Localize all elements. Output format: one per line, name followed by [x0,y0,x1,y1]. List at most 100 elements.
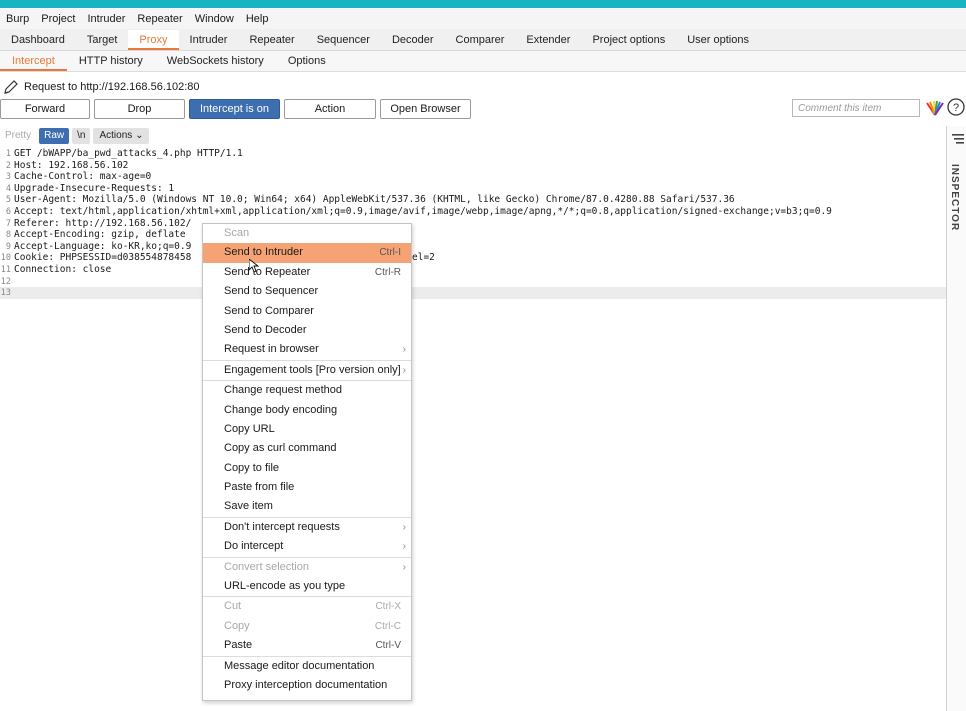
context-menu-item[interactable]: Copy as curl command [203,439,411,458]
context-menu-item[interactable]: Send to Decoder [203,321,411,340]
request-line-text: Host: 192.168.56.102 [14,159,129,171]
context-menu-item-label: Send to Intruder [224,246,303,259]
context-menu-item: Convert selection › [203,558,411,577]
action-button[interactable]: Action [284,99,376,119]
request-target-label: Request to http://192.168.56.102:80 [24,81,200,93]
tab-repeater[interactable]: Repeater [238,30,305,50]
tab-target[interactable]: Target [76,30,129,50]
context-menu-item[interactable]: Engagement tools [Pro version only] › [203,361,411,380]
chevron-right-icon: › [402,364,406,376]
tab-options[interactable]: Options [276,52,338,71]
inspector-label[interactable]: INSPECTOR [949,164,960,231]
context-menu-item-label: Don't intercept requests [224,520,340,533]
request-line[interactable]: 8 Accept-Encoding: gzip, deflate [0,229,946,241]
context-menu-item-label: Change request method [224,384,343,397]
line-number: 13 [0,288,11,299]
editor-toolbar: Pretty Raw \n Actions ⌄ [0,126,150,146]
tab-intruder[interactable]: Intruder [179,30,239,50]
context-menu-item[interactable]: Copy URL [203,420,411,439]
context-menu-item[interactable]: Change body encoding [203,401,411,420]
context-menu-item-label: Send to Decoder [224,323,307,336]
context-menu-item[interactable]: Don't intercept requests › [203,518,411,537]
raw-button[interactable]: Raw [39,128,70,144]
request-line[interactable]: 7 Referer: http://192.168.56.102/ [0,218,946,230]
menu-lines-icon[interactable] [952,134,964,144]
request-line-text: Referer: http://192.168.56.102/ [14,217,192,229]
context-menu-item-label: Paste from file [224,481,295,494]
tab-dashboard[interactable]: Dashboard [0,30,76,50]
context-menu-item[interactable]: Copy to file [203,459,411,478]
request-line[interactable]: 9 Accept-Language: ko-KR,ko;q=0.9 [0,241,946,253]
context-menu-item-label: Cut [224,600,242,613]
request-line[interactable]: 13 [0,287,946,299]
context-menu-item-label: Proxy interception documentation [224,678,388,691]
forward-button[interactable]: Forward [0,99,90,119]
context-menu-item[interactable]: Send to Intruder Ctrl-I [203,243,411,263]
chevron-right-icon: › [402,561,406,573]
context-menu-item[interactable]: Send to Comparer [203,302,411,321]
tab-sequencer[interactable]: Sequencer [306,30,381,50]
highlight-color-icon[interactable] [925,100,945,116]
context-menu-item[interactable]: Message editor documentation [203,657,411,676]
context-menu-item-label: Change body encoding [224,403,338,416]
context-menu-item[interactable]: Save item [203,497,411,516]
request-line[interactable]: 10 Cookie: PHPSESSID=d038554878458 el=2 [0,252,946,264]
request-editor[interactable]: 1 GET /bWAPP/ba_pwd_attacks_4.php HTTP/1.… [0,148,946,711]
context-menu-item[interactable]: Send to Repeater Ctrl-R [203,263,411,282]
actions-dropdown[interactable]: Actions ⌄ [93,128,150,144]
tab-user-options[interactable]: User options [676,30,760,50]
pretty-button[interactable]: Pretty [0,128,36,144]
tab-websockets-history[interactable]: WebSockets history [155,52,276,71]
context-menu-item[interactable]: Paste Ctrl-V [203,636,411,655]
comment-input[interactable]: Comment this item [792,99,920,117]
drop-button[interactable]: Drop [94,99,185,119]
context-menu-item[interactable]: URL-encode as you type [203,577,411,596]
menu-repeater[interactable]: Repeater [131,13,188,25]
context-menu-item[interactable]: Paste from file [203,478,411,497]
main-tabs: Dashboard Target Proxy Intruder Repeater… [0,29,966,51]
intercept-toggle-button[interactable]: Intercept is on [189,99,280,119]
context-menu-item[interactable]: Send to Sequencer [203,282,411,301]
context-menu-item-label: Send to Comparer [224,304,314,317]
tab-decoder[interactable]: Decoder [381,30,445,50]
context-menu-item-label: Copy to file [224,461,280,474]
open-browser-button[interactable]: Open Browser [380,99,471,119]
cookie-tail-text: el=2 [412,252,435,264]
context-menu-item[interactable]: Do intercept › [203,537,411,556]
request-line[interactable]: 3 Cache-Control: max-age=0 [0,171,946,183]
request-line[interactable]: 6 Accept: text/html,application/xhtml+xml… [0,206,946,218]
inspector-panel: INSPECTOR [946,126,966,711]
tab-http-history[interactable]: HTTP history [67,52,155,71]
menu-help[interactable]: Help [240,13,275,25]
tab-intercept[interactable]: Intercept [0,52,67,71]
context-menu-item-label: Send to Repeater [224,265,311,278]
request-line-text: Cache-Control: max-age=0 [14,171,152,183]
context-menu-item-label: Copy as curl command [224,442,337,455]
request-line[interactable]: 1 GET /bWAPP/ba_pwd_attacks_4.php HTTP/1.… [0,148,946,160]
context-menu-item-label: Copy URL [224,422,275,435]
newline-toggle-button[interactable]: \n [72,128,91,144]
context-menu-item[interactable]: Proxy interception documentation [203,676,411,695]
context-menu-item-label: Engagement tools [Pro version only] [224,363,401,376]
tab-extender[interactable]: Extender [515,30,581,50]
actions-label: Actions [99,130,133,141]
pencil-icon[interactable] [3,79,19,95]
menu-intruder[interactable]: Intruder [82,13,132,25]
context-menu-item[interactable]: Change request method [203,381,411,400]
menu-window[interactable]: Window [189,13,240,25]
context-menu-item-label: Send to Sequencer [224,285,319,298]
help-icon[interactable]: ? [947,98,965,116]
request-line[interactable]: 4 Upgrade-Insecure-Requests: 1 [0,183,946,195]
request-line[interactable]: 5 User-Agent: Mozilla/5.0 (Windows NT 10.… [0,194,946,206]
request-line[interactable]: 11 Connection: close [0,264,946,276]
context-menu-item[interactable]: Request in browser › [203,340,411,359]
request-line[interactable]: 2 Host: 192.168.56.102 [0,160,946,172]
chevron-down-icon: ⌄ [135,130,144,141]
tab-comparer[interactable]: Comparer [445,30,516,50]
request-line[interactable]: 12 [0,276,946,288]
menu-burp[interactable]: Burp [0,13,35,25]
tab-proxy[interactable]: Proxy [128,30,179,50]
chevron-right-icon: › [402,541,406,553]
menu-project[interactable]: Project [35,13,81,25]
tab-project-options[interactable]: Project options [581,30,676,50]
